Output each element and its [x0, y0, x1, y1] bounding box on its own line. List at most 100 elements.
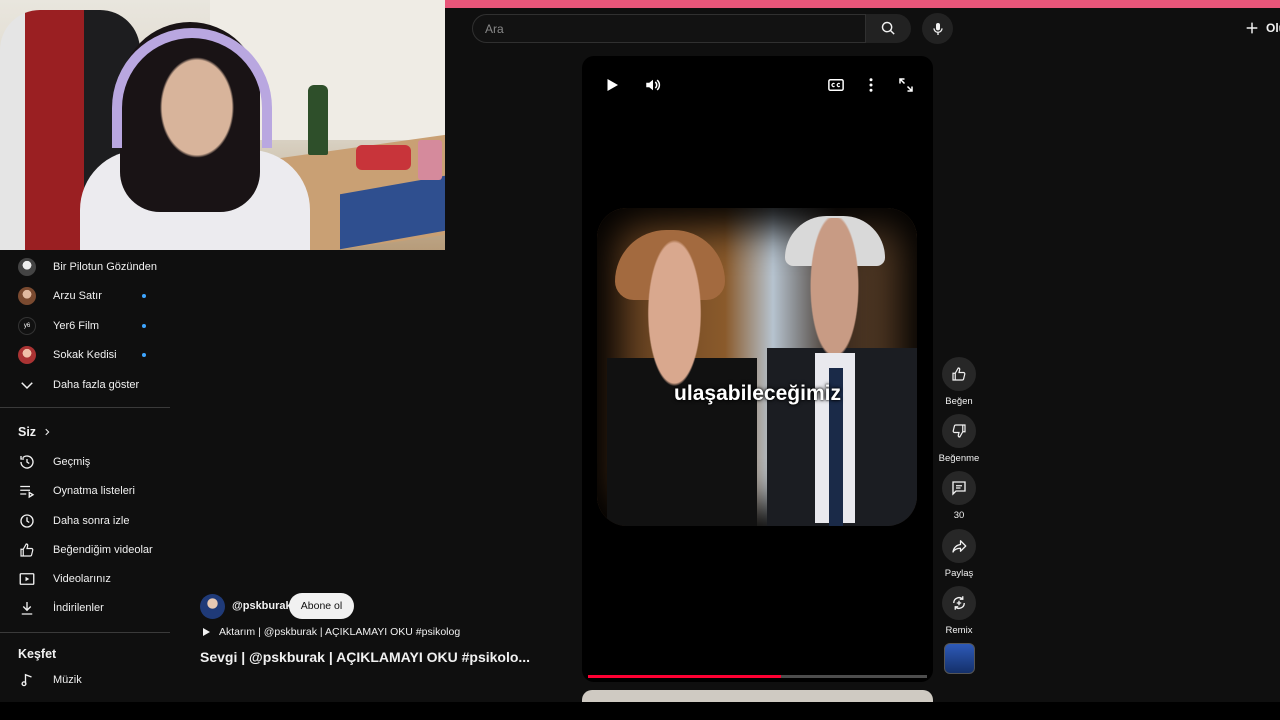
new-content-dot [142, 323, 146, 328]
sidebar-item-label: İndirilenler [53, 601, 104, 614]
fullscreen-icon [899, 78, 913, 92]
you-heading-label: Siz [18, 425, 37, 439]
sidebar-item-liked-videos[interactable]: Beğendiğim videolar [0, 535, 170, 564]
subscription-item[interactable]: Arzu Satır [0, 281, 170, 310]
explore-section-heading: Keşfet [18, 647, 56, 661]
webcam-pen-holder [418, 140, 442, 180]
sidebar-item-watch-later[interactable]: Daha sonra izle [0, 506, 170, 535]
channel-avatar-icon [17, 257, 37, 277]
like-circle [942, 357, 976, 391]
like-button[interactable]: Beğen [938, 357, 980, 407]
subscription-item[interactable]: Sokak Kedisi [0, 340, 170, 369]
comment-icon [952, 481, 966, 496]
sidebar-item-your-videos[interactable]: Videolarınız [0, 564, 170, 593]
webcam-overlay [0, 0, 445, 250]
progress-bar[interactable] [588, 675, 927, 678]
sidebar-item-label: Beğendiğim videolar [53, 543, 153, 556]
history-icon [17, 452, 37, 472]
subscribe-button[interactable]: Abone ol [289, 593, 354, 619]
sidebar-divider [0, 407, 170, 408]
your-videos-icon [17, 569, 37, 589]
channel-name[interactable]: @pskburak [232, 600, 292, 612]
comments-circle [942, 471, 976, 505]
sidebar-item-label: Videolarınız [53, 572, 111, 585]
subscription-item[interactable]: y6 Yer6 Film [0, 311, 170, 340]
plus-icon [1246, 22, 1258, 34]
thumbs-up-icon [952, 367, 966, 381]
video-frame [597, 208, 917, 526]
remix-circle [942, 586, 976, 620]
share-circle [942, 529, 976, 563]
video-title[interactable]: Sevgi | @pskburak | AÇIKLAMAYI OKU #psik… [200, 649, 530, 665]
microphone-icon [932, 22, 943, 35]
sidebar-item-downloads[interactable]: İndirilenler [0, 593, 170, 622]
watch-later-icon [17, 511, 37, 531]
dislike-button[interactable]: Beğenme [938, 414, 980, 464]
fullscreen-button[interactable] [895, 74, 917, 96]
chevron-right-icon [45, 428, 50, 436]
play-button[interactable] [601, 74, 623, 96]
create-button[interactable]: Olu [1244, 20, 1280, 36]
you-section-heading[interactable]: Siz [18, 425, 52, 439]
thumbs-down-icon [952, 424, 966, 438]
search-icon [881, 21, 895, 35]
dislike-label: Beğenme [938, 453, 980, 464]
webcam-bottle [308, 85, 328, 155]
channel-avatar[interactable] [200, 594, 225, 619]
new-content-dot [142, 293, 146, 298]
sidebar-item-label: Daha sonra izle [53, 514, 130, 527]
captions-button[interactable] [825, 74, 847, 96]
audio-label: Aktarım | @pskburak | AÇIKLAMAYI OKU #ps… [219, 626, 461, 638]
subscription-label: Bir Pilotun Gözünden [53, 260, 157, 273]
download-icon [17, 598, 37, 618]
share-icon [952, 540, 967, 553]
subscription-item[interactable]: Bir Pilotun Gözünden [0, 252, 170, 281]
play-icon [607, 79, 618, 91]
subscription-label: Yer6 Film [53, 319, 100, 332]
more-options-button[interactable] [860, 74, 882, 96]
new-content-dot [142, 352, 146, 357]
sidebar-item-playlists[interactable]: Oynatma listeleri [0, 476, 170, 505]
remix-button[interactable]: Remix [938, 586, 980, 636]
show-more-label: Daha fazla göster [53, 378, 140, 391]
search-button[interactable] [866, 14, 911, 43]
channel-avatar-icon: y6 [17, 316, 37, 336]
search-placeholder: Ara [485, 22, 504, 36]
channel-avatar-icon [17, 345, 37, 365]
top-accent-strip [445, 0, 1280, 8]
webcam-cup [356, 145, 411, 170]
sidebar-item-music[interactable]: Müzik [0, 665, 170, 694]
channel-avatar-icon [17, 286, 37, 306]
search-input[interactable]: Ara [472, 14, 866, 43]
sidebar-item-history[interactable]: Geçmiş [0, 447, 170, 476]
audio-source-thumbnail[interactable] [944, 643, 975, 674]
comments-button[interactable]: 30 [938, 471, 980, 521]
sidebar-divider [0, 632, 170, 633]
closed-captions-icon [828, 79, 844, 91]
bottom-bar [0, 702, 1280, 720]
sidebar-item-label: Müzik [53, 673, 82, 686]
subscription-label: Arzu Satır [53, 289, 102, 302]
play-icon [203, 628, 210, 636]
share-label: Paylaş [944, 568, 974, 579]
comments-count: 30 [953, 510, 965, 521]
volume-button[interactable] [642, 74, 664, 96]
explore-heading-label: Keşfet [18, 647, 57, 661]
voice-search-button[interactable] [922, 13, 953, 44]
dislike-circle [942, 414, 976, 448]
sidebar: Bir Pilotun Gözünden Arzu Satır y6 Yer6 … [0, 250, 170, 700]
shorts-player[interactable]: ulaşabileceğimiz [582, 56, 933, 682]
vertical-dots-icon [869, 78, 873, 92]
video-caption: ulaşabileceğimiz [674, 382, 841, 405]
remix-label: Remix [945, 625, 973, 636]
sidebar-item-label: Oynatma listeleri [53, 484, 135, 497]
share-button[interactable]: Paylaş [938, 529, 980, 579]
thumbs-up-icon [17, 540, 37, 560]
remix-icon [953, 596, 965, 610]
chevron-down-icon [17, 375, 37, 395]
like-label: Beğen [945, 396, 973, 407]
show-more-button[interactable]: Daha fazla göster [0, 370, 170, 399]
sidebar-item-label: Geçmiş [53, 455, 91, 468]
audio-link[interactable]: Aktarım | @pskburak | AÇIKLAMAYI OKU #ps… [200, 626, 460, 638]
subscription-label: Sokak Kedisi [53, 348, 117, 361]
